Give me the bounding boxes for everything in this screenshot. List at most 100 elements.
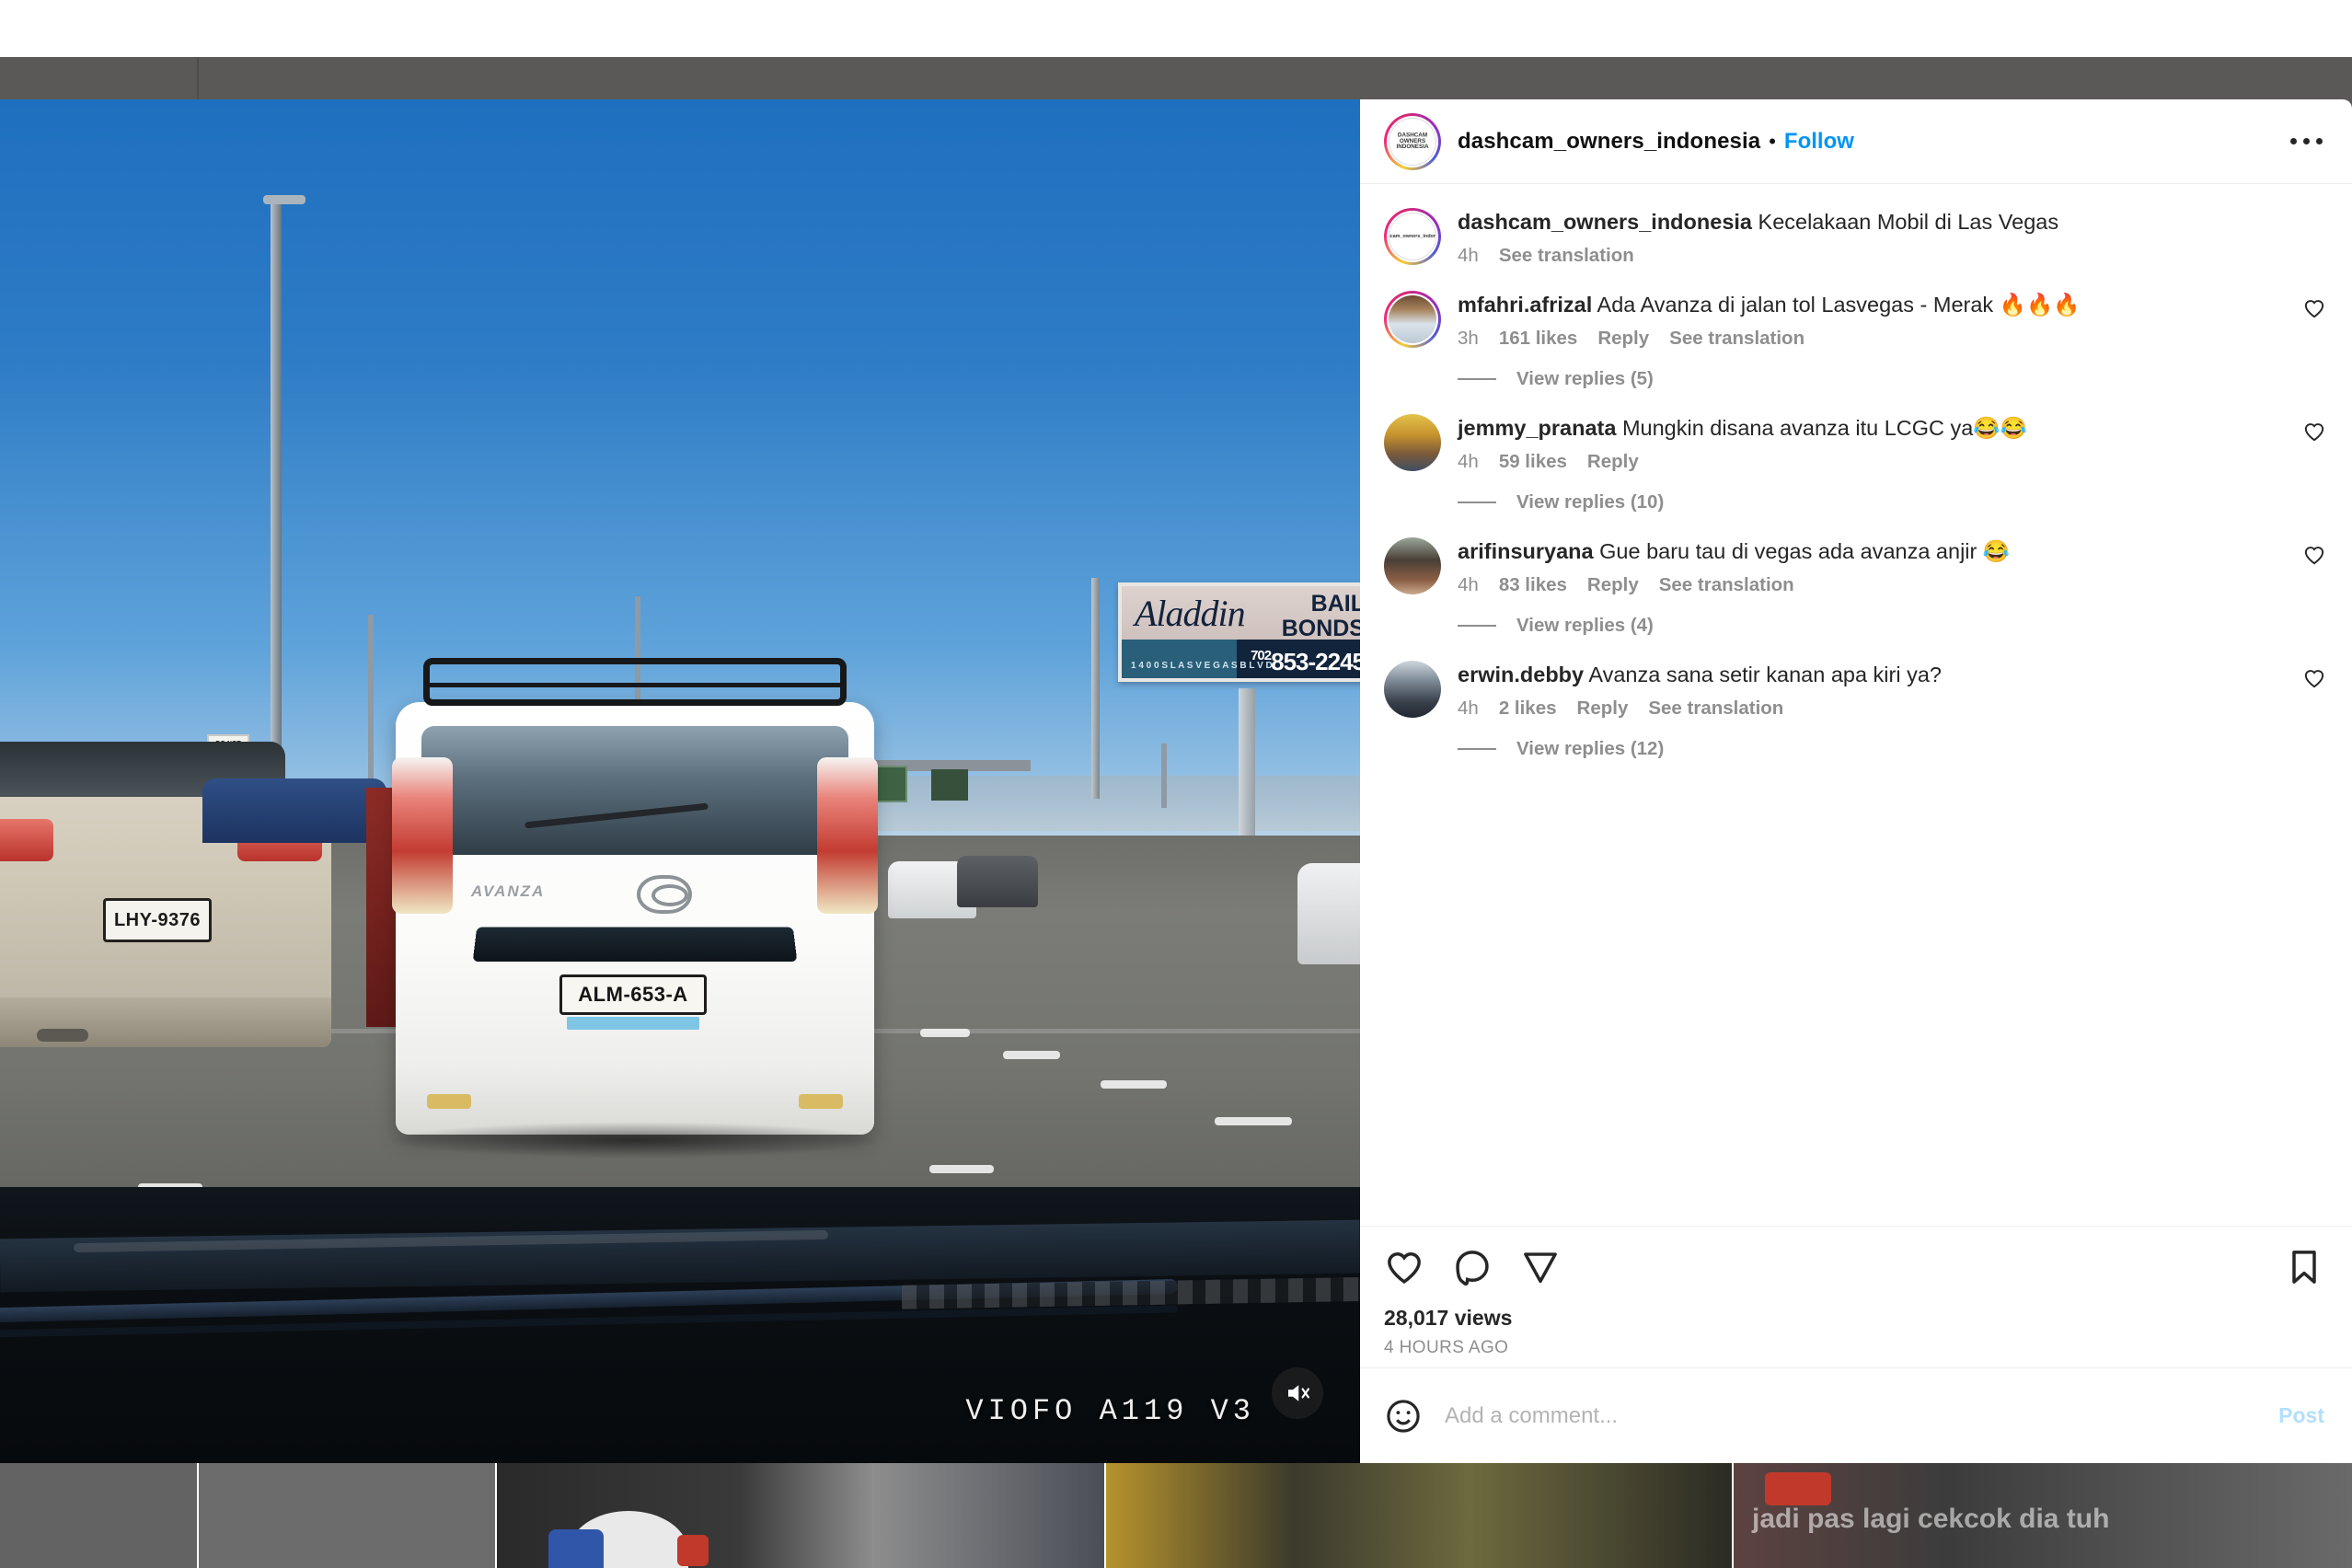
view-replies-label: View replies (4) bbox=[1516, 615, 1654, 636]
comment-see-translation[interactable]: See translation bbox=[1669, 328, 1804, 350]
license-plate-van: ALM-653-A bbox=[559, 974, 707, 1015]
comment-see-translation[interactable]: See translation bbox=[1659, 574, 1794, 596]
comment-bubble-icon[interactable] bbox=[1452, 1247, 1493, 1287]
view-replies-button[interactable]: View replies (12) bbox=[1458, 738, 2326, 760]
light-pole bbox=[263, 195, 306, 790]
comment-reply[interactable]: Reply bbox=[1587, 451, 1639, 473]
comment-username[interactable]: erwin.debby bbox=[1458, 663, 1584, 686]
caption-time: 4h bbox=[1458, 245, 1479, 266]
heart-icon[interactable] bbox=[2302, 291, 2326, 320]
thumbnail-item[interactable] bbox=[199, 1463, 495, 1568]
lane-marking bbox=[1215, 1117, 1292, 1125]
caption-see-translation[interactable]: See translation bbox=[1499, 245, 1634, 267]
comment-time: 4h bbox=[1458, 451, 1479, 472]
comment-see-translation[interactable]: See translation bbox=[1648, 698, 1783, 720]
add-comment-input[interactable] bbox=[1445, 1402, 2279, 1429]
lane-marking bbox=[1003, 1051, 1060, 1059]
post-detail-panel: DASHCAM OWNERS INDONESIA dashcam_owners_… bbox=[1360, 99, 2352, 1463]
heart-icon[interactable] bbox=[1384, 1247, 1424, 1287]
follow-button[interactable]: Follow bbox=[1784, 129, 1854, 155]
billboard-post bbox=[1239, 688, 1255, 836]
post-actions: 28,017 views 4 HOURS AGO bbox=[1360, 1226, 2352, 1367]
mute-speaker-icon[interactable] bbox=[1272, 1367, 1323, 1419]
comment-reply[interactable]: Reply bbox=[1577, 698, 1629, 720]
lane-marking bbox=[929, 1165, 994, 1173]
emoji-smiley-icon[interactable] bbox=[1384, 1397, 1423, 1435]
heart-icon[interactable] bbox=[2302, 414, 2326, 444]
backdrop-seam bbox=[197, 57, 199, 99]
roof-rack bbox=[423, 658, 847, 706]
comment-reply[interactable]: Reply bbox=[1597, 328, 1649, 350]
more-options-icon[interactable] bbox=[2290, 138, 2326, 144]
heart-icon[interactable] bbox=[2302, 661, 2326, 690]
bottom-thumbnail-strip: jadi pas lagi cekcok dia tuh bbox=[0, 1463, 2352, 1568]
avatar[interactable] bbox=[1384, 414, 1441, 471]
view-replies-button[interactable]: View replies (4) bbox=[1458, 615, 2326, 637]
light-pole bbox=[1161, 744, 1167, 808]
view-replies-button[interactable]: View replies (10) bbox=[1458, 491, 2326, 513]
billboard-phone-number: 853-2245 bbox=[1271, 648, 1360, 675]
comment-text: Mungkin disana avanza itu LCGC ya😂😂 bbox=[1621, 416, 2027, 440]
post-header: DASHCAM OWNERS INDONESIA dashcam_owners_… bbox=[1360, 99, 2352, 184]
billboard-line1: BAIL bbox=[1310, 591, 1360, 617]
billboard-phone-prefix: 702 bbox=[1251, 648, 1272, 663]
thumbnail-item[interactable] bbox=[0, 1463, 197, 1568]
heart-icon[interactable] bbox=[2302, 537, 2326, 567]
avatar-label: dashcam_owners_indonesia bbox=[1389, 233, 1436, 239]
thumbnail-caption: jadi pas lagi cekcok dia tuh bbox=[1752, 1504, 2110, 1534]
highway-sign bbox=[931, 769, 968, 801]
comment-text: Ada Avanza di jalan tol Lasvegas - Merak… bbox=[1597, 293, 2081, 317]
avatar[interactable]: DASHCAM OWNERS INDONESIA bbox=[1384, 112, 1441, 170]
post-timestamp: 4 HOURS AGO bbox=[1384, 1338, 1509, 1357]
post-comment-button[interactable]: Post bbox=[2278, 1403, 2324, 1428]
comment-username[interactable]: mfahri.afrizal bbox=[1458, 293, 1592, 317]
comment-text: Gue baru tau di vegas ada avanza anjir 😂 bbox=[1599, 539, 2011, 563]
billboard-line2: BONDS bbox=[1281, 616, 1360, 641]
post-caption: dashcam_owners_indonesia dashcam_owners_… bbox=[1384, 208, 2326, 267]
post-author-username[interactable]: dashcam_owners_indonesia bbox=[1458, 129, 1760, 155]
vehicle-model-badge: AVANZA bbox=[471, 882, 546, 900]
post-video[interactable]: DO NOT CROSS DOUBLE Aladdin BAIL BONDS 1… bbox=[0, 99, 1360, 1463]
comment-likes[interactable]: 161 likes bbox=[1499, 328, 1578, 350]
billboard-brand: Aladdin bbox=[1135, 593, 1246, 634]
comment-item: erwin.debby Avanza sana setir kanan apa … bbox=[1384, 661, 2326, 720]
license-plate-sedan: LHY-9376 bbox=[103, 898, 212, 942]
white-toyota-avanza: AVANZA ALM-653-A bbox=[386, 658, 883, 1159]
billboard: Aladdin BAIL BONDS 1 4 0 0 S L A S V E G… bbox=[1118, 582, 1360, 682]
comment-reply[interactable]: Reply bbox=[1587, 574, 1639, 596]
view-replies-button[interactable]: View replies (5) bbox=[1458, 368, 2326, 390]
avatar-label: DASHCAM OWNERS INDONESIA bbox=[1396, 133, 1429, 150]
caption-username[interactable]: dashcam_owners_indonesia bbox=[1458, 210, 1752, 234]
comment-likes[interactable]: 59 likes bbox=[1499, 451, 1567, 473]
comment-likes[interactable]: 83 likes bbox=[1499, 574, 1567, 596]
avatar[interactable] bbox=[1384, 537, 1441, 594]
avatar[interactable]: dashcam_owners_indonesia bbox=[1384, 208, 1441, 265]
thumbnail-item[interactable]: jadi pas lagi cekcok dia tuh bbox=[1734, 1463, 2352, 1568]
thumbnail-item[interactable] bbox=[497, 1463, 1104, 1568]
view-count: 28,017 views bbox=[1384, 1306, 1513, 1330]
separator-dot: • bbox=[1769, 129, 1776, 153]
caption-text: Kecelakaan Mobil di Las Vegas bbox=[1758, 210, 2059, 234]
comment-time: 4h bbox=[1458, 698, 1479, 719]
comment-likes[interactable]: 2 likes bbox=[1499, 698, 1557, 720]
comment-time: 4h bbox=[1458, 574, 1479, 595]
instagram-post-screenshot: DO NOT CROSS DOUBLE Aladdin BAIL BONDS 1… bbox=[0, 0, 2352, 1568]
billboard-headline: BAIL BONDS bbox=[1282, 592, 1360, 641]
comment-username[interactable]: jemmy_pranata bbox=[1458, 416, 1616, 440]
comment-item: mfahri.afrizal Ada Avanza di jalan tol L… bbox=[1384, 291, 2326, 350]
comments-list[interactable]: dashcam_owners_indonesia dashcam_owners_… bbox=[1360, 184, 2352, 1226]
blue-vehicle bbox=[202, 778, 386, 843]
lane-marking bbox=[1101, 1080, 1167, 1089]
toyota-emblem bbox=[637, 875, 692, 914]
avatar[interactable] bbox=[1384, 661, 1441, 718]
video-watermark: VIOFO A119 V3 bbox=[965, 1394, 1255, 1428]
comment-username[interactable]: arifinsuryana bbox=[1458, 539, 1594, 563]
avatar[interactable] bbox=[1384, 291, 1441, 348]
thumbnail-item[interactable] bbox=[1106, 1463, 1732, 1568]
comment-time: 3h bbox=[1458, 328, 1479, 349]
view-replies-label: View replies (5) bbox=[1516, 368, 1654, 389]
share-paper-plane-icon[interactable] bbox=[1520, 1247, 1561, 1287]
comment-item: arifinsuryana Gue baru tau di vegas ada … bbox=[1384, 537, 2326, 596]
bookmark-icon[interactable] bbox=[2284, 1247, 2324, 1287]
add-comment-bar: Post bbox=[1360, 1367, 2352, 1463]
